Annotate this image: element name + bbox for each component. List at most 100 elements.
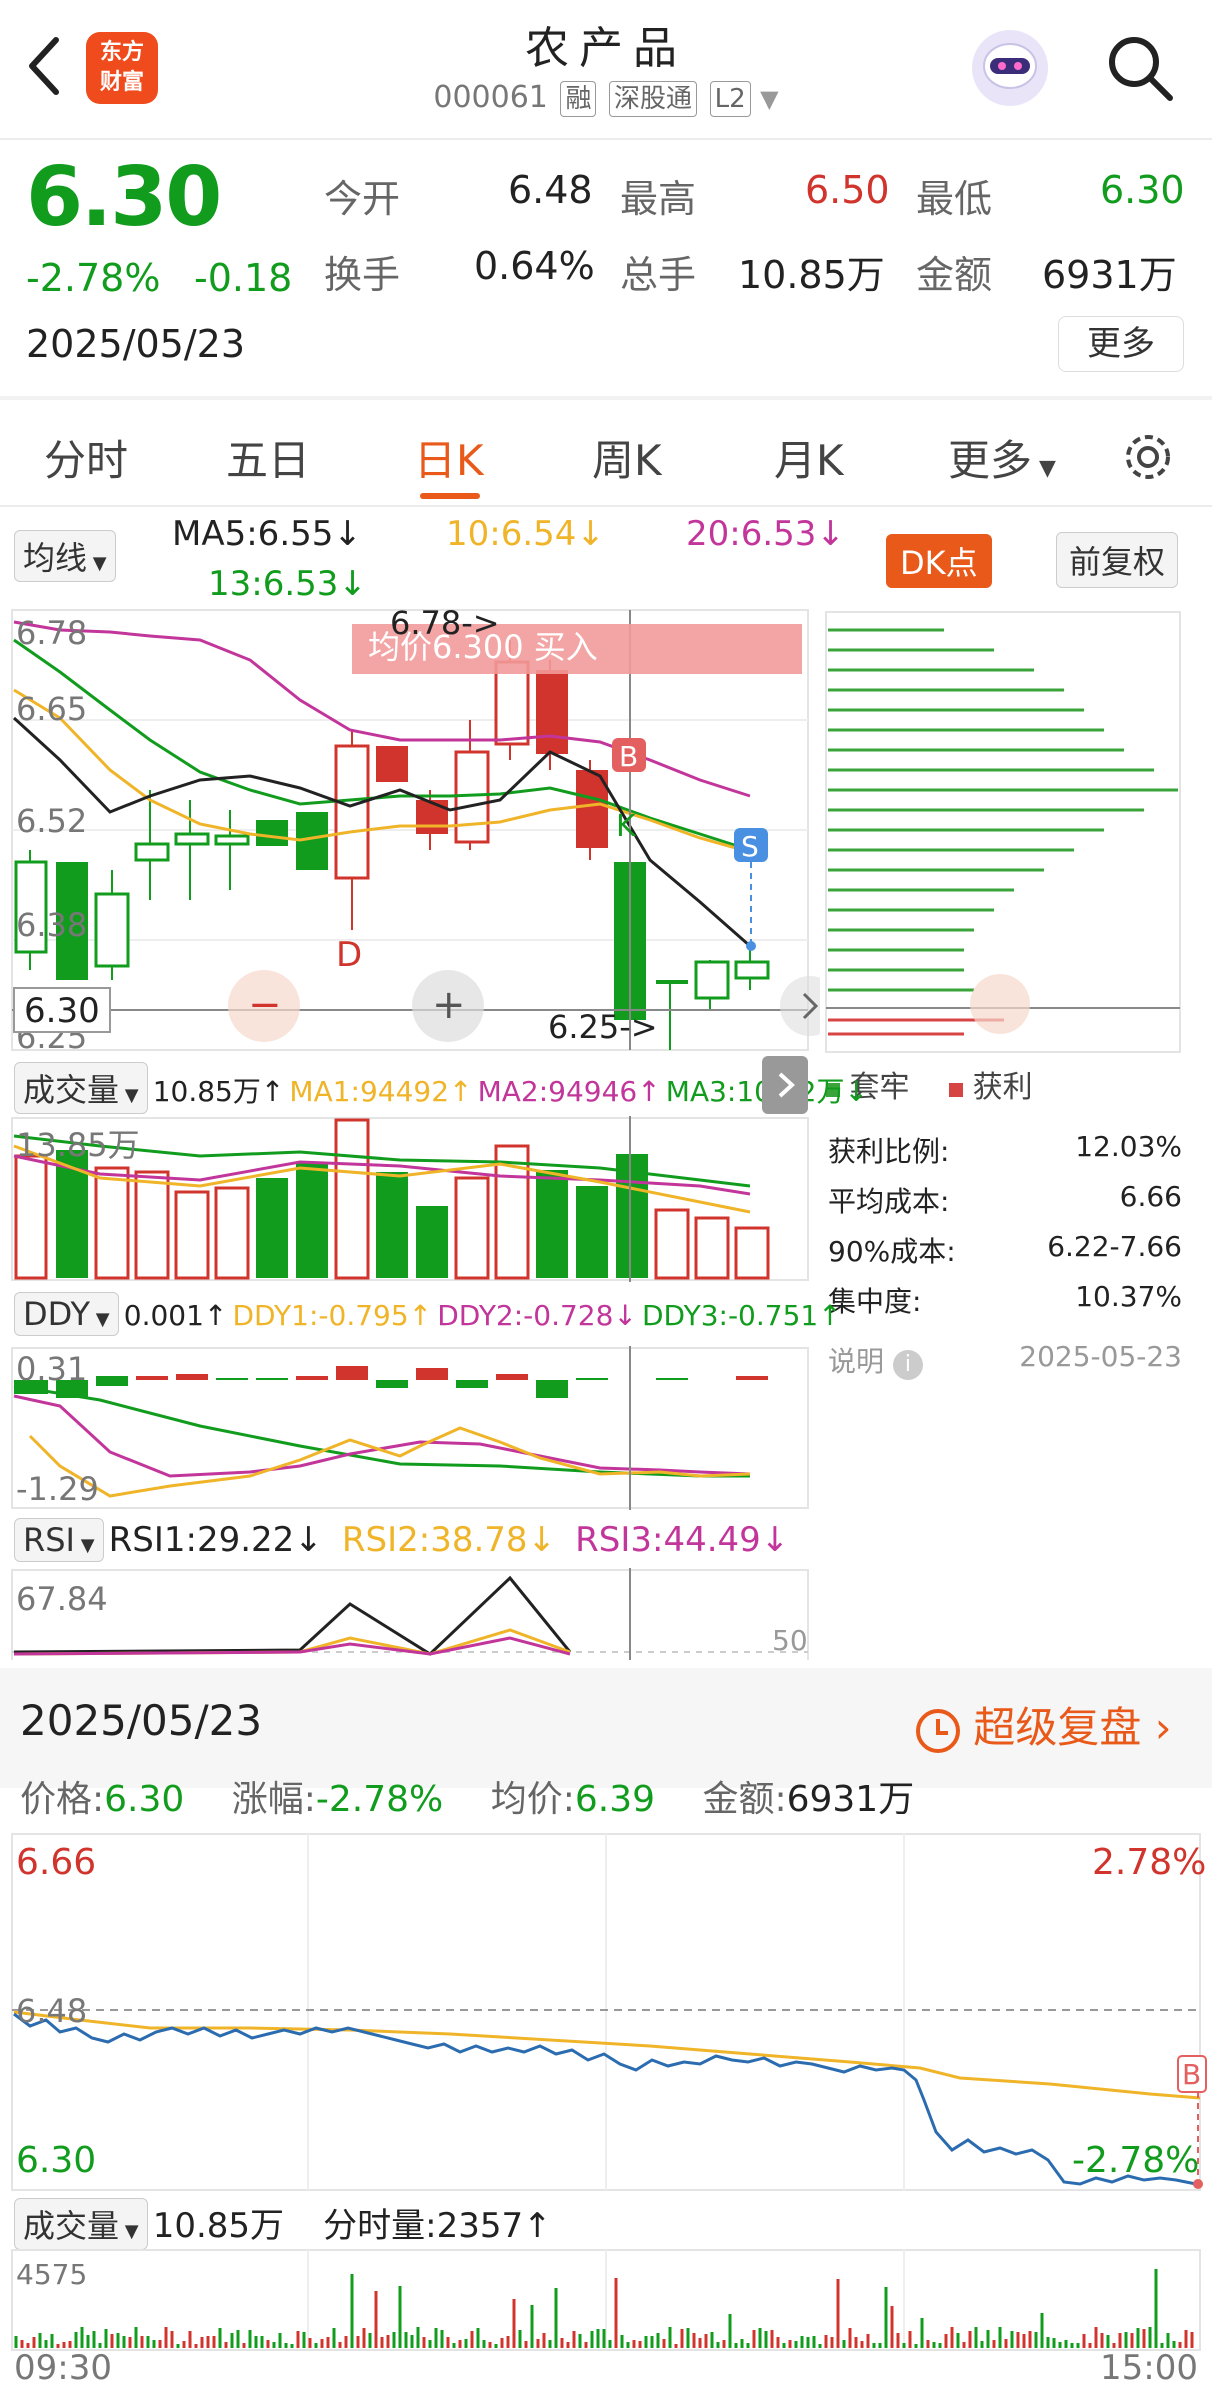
volume-selector[interactable]: 成交量 ▼ bbox=[14, 1062, 148, 1114]
rsi1-value: RSI1:29.22↓ bbox=[108, 1520, 323, 1560]
ddy-chart: 0.31 -1.29 bbox=[11, 1346, 809, 1510]
stat-label: 平均成本: bbox=[828, 1185, 950, 1218]
expand-panel-button[interactable] bbox=[762, 1056, 808, 1114]
buy-signal-b-text: B bbox=[619, 740, 638, 773]
more-button[interactable]: 更多 bbox=[1058, 316, 1184, 372]
tabs-divider bbox=[0, 505, 1212, 507]
kline-y-label: 6.38 bbox=[16, 906, 87, 944]
high-price-marker: 6.78-> bbox=[390, 604, 500, 642]
adjust-button[interactable]: 前复权 bbox=[1056, 532, 1179, 588]
price-value: 6.30 bbox=[104, 1779, 185, 1820]
plus-icon: + bbox=[432, 982, 466, 1028]
volume-ma2: MA2:94946↑ bbox=[477, 1075, 661, 1108]
value-low: 6.30 bbox=[1100, 168, 1185, 212]
chevron-right-icon: › bbox=[1154, 1703, 1172, 1752]
rsi-selector[interactable]: RSI ▼ bbox=[14, 1518, 104, 1562]
last-price: 6.30 bbox=[26, 150, 222, 245]
ma-selector[interactable]: 均线 ▼ bbox=[14, 530, 116, 582]
change-value: -2.78% bbox=[315, 1779, 444, 1820]
dk-point-button[interactable]: DK点 bbox=[886, 534, 992, 588]
stat-label: 获利比例: bbox=[828, 1135, 950, 1168]
value-volume: 10.85万 bbox=[738, 253, 885, 297]
profit-swatch bbox=[949, 1083, 964, 1097]
chip-distribution-chart bbox=[825, 611, 1181, 1053]
stat-value: 12.03% bbox=[1075, 1130, 1182, 1163]
label-open: 今开 bbox=[324, 177, 401, 221]
low-price-marker: 6.25-> bbox=[548, 1008, 658, 1046]
stat-value: 6.66 bbox=[1119, 1180, 1182, 1213]
stat-label: 90%成本: bbox=[828, 1235, 956, 1268]
volume-ma1: MA1:94492↑ bbox=[289, 1075, 473, 1108]
super-review-label: 超级复盘 bbox=[973, 1703, 1142, 1752]
intraday-date: 2025/05/23 bbox=[20, 1696, 263, 1745]
intraday-pct-bottom: -2.78% bbox=[1072, 2140, 1199, 2181]
avg-label: 均价: bbox=[490, 1779, 575, 1820]
ddy-header: DDY ▼ 0.001↑ DDY1:-0.795↑ DDY2:-0.728↓ D… bbox=[14, 1292, 842, 1336]
label-turnover: 换手 bbox=[324, 253, 401, 297]
intraday-volume-total: 10.85万 bbox=[152, 2206, 285, 2246]
minute-volume-value: 2357↑ bbox=[436, 2206, 552, 2246]
intraday-y-bottom: 6.30 bbox=[16, 2140, 96, 2181]
ddy3-value: DDY3:-0.751↑ bbox=[642, 1299, 842, 1332]
tab-monthly-k[interactable]: 月K bbox=[774, 427, 844, 488]
intraday-pct-top: 2.78% bbox=[1092, 1842, 1206, 1883]
stat-value: 10.37% bbox=[1075, 1280, 1182, 1313]
kline-chart[interactable]: 均价6.300 买入 6.78-> 6.25-> 6.78 6.65 6.52 … bbox=[0, 600, 820, 1060]
tag-margin: 融 bbox=[560, 81, 597, 117]
settings-gear-icon[interactable] bbox=[1120, 429, 1176, 485]
active-tab-indicator bbox=[420, 493, 480, 499]
ddy-y-bottom: -1.29 bbox=[16, 1470, 99, 1508]
intraday-y-top: 6.66 bbox=[16, 1842, 96, 1883]
volume-header: 成交量 ▼ 10.85万↑ MA1:94492↑ MA2:94946↑ MA3:… bbox=[14, 1062, 868, 1114]
avg-value: 6.39 bbox=[574, 1779, 655, 1820]
legend-profit: 获利 bbox=[972, 1070, 1033, 1105]
label-high: 最高 bbox=[620, 177, 697, 221]
tab-daily-k[interactable]: 日K bbox=[414, 427, 484, 488]
ddy-selector[interactable]: DDY ▼ bbox=[14, 1292, 119, 1336]
chip-note-date: 2025-05-23 bbox=[1019, 1340, 1182, 1373]
super-review-button[interactable]: 超级复盘 › bbox=[916, 1694, 1172, 1755]
change-amount: -0.18 bbox=[194, 256, 293, 300]
minute-volume-label: 分时量: bbox=[323, 2206, 437, 2246]
ddy1-value: DDY1:-0.795↑ bbox=[232, 1299, 433, 1332]
quote-date: 2025/05/23 bbox=[26, 322, 246, 366]
kline-y-label: 6.65 bbox=[16, 690, 87, 728]
rsi-midline-label: 50 bbox=[772, 1624, 808, 1657]
ma5-value: MA5:6.55↓ bbox=[172, 514, 362, 554]
caret-down-icon: ▼ bbox=[1032, 456, 1056, 481]
amount-label: 金额: bbox=[702, 1779, 787, 1820]
chevron-down-icon: ▼ bbox=[760, 85, 779, 113]
intraday-volume-selector[interactable]: 成交量 ▼ bbox=[14, 2198, 148, 2250]
sell-signal-dot bbox=[746, 941, 756, 951]
intraday-price-chart[interactable]: B 6.66 6.48 6.30 2.78% -2.78% bbox=[0, 1832, 1212, 2192]
chip-note[interactable]: 说明 i bbox=[828, 1340, 923, 1390]
ma13-value: 13:6.53↓ bbox=[208, 564, 367, 604]
value-amount: 6931万 bbox=[1042, 253, 1177, 297]
time-start: 09:30 bbox=[14, 2348, 112, 2388]
rsi3-value: RSI3:44.49↓ bbox=[575, 1520, 790, 1560]
rsi-y-top: 67.84 bbox=[16, 1580, 108, 1618]
rsi2-value: RSI2:38.78↓ bbox=[341, 1520, 557, 1560]
search-icon[interactable] bbox=[1104, 32, 1176, 104]
tab-more[interactable]: 更多 ▼ bbox=[948, 427, 1056, 488]
tab-weekly-k[interactable]: 周K bbox=[592, 427, 662, 488]
tag-connect: 深股通 bbox=[609, 81, 698, 117]
intraday-volume-chart: 4575 bbox=[11, 2249, 1201, 2351]
amount-value: 6931万 bbox=[786, 1779, 915, 1820]
chip-stats: 获利比例: 12.03% 平均成本: 6.66 90%成本: 6.22-7.66 集中… bbox=[828, 1130, 1182, 1390]
tab-five-day[interactable]: 五日 bbox=[226, 427, 310, 488]
robot-avatar-icon[interactable] bbox=[968, 26, 1052, 110]
tab-intraday[interactable]: 分时 bbox=[44, 427, 128, 488]
intraday-stats: 价格:6.30 涨幅:-2.78% 均价:6.39 金额:6931万 bbox=[20, 1770, 914, 1822]
stock-code: 000061 bbox=[433, 80, 548, 115]
ma20-value: 20:6.53↓ bbox=[686, 514, 845, 554]
ddy-value: 0.001↑ bbox=[123, 1299, 228, 1332]
volume-chart: 13.85万 bbox=[11, 1116, 809, 1282]
value-open: 6.48 bbox=[508, 168, 593, 212]
intraday-volume-header: 成交量 ▼ 10.85万 分时量:2357↑ bbox=[14, 2198, 552, 2250]
volume-y-top: 13.85万 bbox=[16, 1126, 140, 1164]
kline-y-label: 6.78 bbox=[16, 614, 87, 652]
rsi-header: RSI ▼ RSI1:29.22↓ RSI2:38.78↓ RSI3:44.49… bbox=[14, 1518, 789, 1562]
label-low: 最低 bbox=[916, 177, 993, 221]
change-label: 涨幅: bbox=[231, 1779, 316, 1820]
